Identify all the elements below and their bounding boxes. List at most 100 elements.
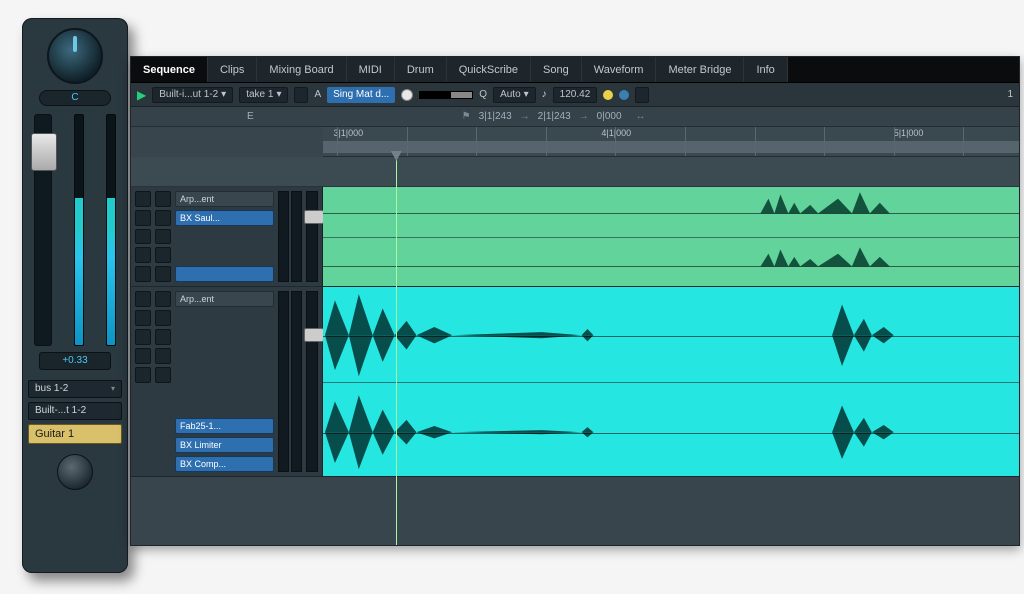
mute-button[interactable]	[135, 191, 151, 207]
output-device-selector[interactable]: Built-...t 1-2	[28, 402, 122, 420]
track-btn[interactable]	[155, 329, 171, 345]
track-btn[interactable]	[155, 367, 171, 383]
tab-info[interactable]: Info	[744, 57, 787, 82]
color-swatch[interactable]	[401, 89, 413, 101]
tab-sequence[interactable]: Sequence	[131, 57, 208, 82]
track-btn[interactable]	[155, 291, 171, 307]
insert-slot[interactable]: Arp...ent	[175, 291, 274, 307]
tab-clips[interactable]: Clips	[208, 57, 257, 82]
track-lane[interactable]	[323, 287, 1019, 476]
channel-strip: C +0.33 bus 1-2 ▾ Built-...t 1-2 Guitar …	[22, 18, 128, 573]
track-btn[interactable]	[155, 348, 171, 364]
record-button[interactable]	[135, 229, 151, 245]
take-selector-label: take 1	[246, 89, 273, 100]
time-start[interactable]: 3|1|243	[479, 111, 512, 122]
play-icon[interactable]: ▶	[137, 88, 146, 102]
level-meter-right	[106, 114, 116, 346]
solo-button[interactable]	[135, 310, 151, 326]
tempo-field[interactable]: 120.42	[553, 87, 598, 103]
pan-value[interactable]: C	[39, 90, 111, 106]
track-btn[interactable]	[155, 310, 171, 326]
tool-button-2[interactable]	[635, 87, 649, 103]
pan-knob[interactable]	[47, 28, 103, 84]
level-readout: 1	[1007, 89, 1013, 100]
insert-slot[interactable]: Fab25-1...	[175, 418, 274, 434]
input-button[interactable]	[135, 247, 151, 263]
auto-label: Auto	[500, 89, 521, 100]
mini-meters	[278, 191, 302, 282]
track-name-field[interactable]: Guitar 1	[28, 424, 122, 444]
tracks-area: Arp...ent BX Saul...	[131, 157, 1019, 545]
chevron-down-icon: ▾	[276, 89, 281, 100]
tab-drum[interactable]: Drum	[395, 57, 447, 82]
chevron-down-icon: ▾	[111, 381, 115, 397]
input-button[interactable]	[135, 348, 151, 364]
footer-knob[interactable]	[57, 454, 93, 490]
mute-button[interactable]	[135, 291, 151, 307]
mini-fader[interactable]	[306, 191, 318, 282]
insert-slot[interactable]: BX Comp...	[175, 456, 274, 472]
tab-song[interactable]: Song	[531, 57, 582, 82]
track-btn[interactable]	[155, 191, 171, 207]
marker-dot-yellow[interactable]	[603, 90, 613, 100]
track-btn[interactable]	[155, 229, 171, 245]
output-selector[interactable]: Built-i...ut 1-2▾	[152, 87, 233, 103]
tab-meter-bridge[interactable]: Meter Bridge	[656, 57, 744, 82]
track-button-column	[135, 291, 151, 472]
solo-button[interactable]	[135, 210, 151, 226]
track-btn[interactable]	[155, 247, 171, 263]
audio-clip[interactable]	[323, 287, 1019, 476]
output-bus-selector[interactable]: bus 1-2 ▾	[28, 380, 122, 398]
tab-waveform[interactable]: Waveform	[582, 57, 657, 82]
insert-slot[interactable]: BX Limiter	[175, 437, 274, 453]
timeline-ruler[interactable]: 3|1|000 4|1|000 5|1|000	[323, 127, 1019, 157]
track-button-column	[135, 191, 151, 282]
track-header[interactable]: Arp...ent BX Saul...	[131, 187, 323, 286]
time-end[interactable]: 2|1|243	[538, 111, 571, 122]
mini-fader[interactable]	[306, 291, 318, 472]
track-row: Arp...ent BX Saul...	[131, 187, 1019, 287]
q-label: Q	[479, 89, 487, 100]
marker-dot-blue[interactable]	[619, 90, 629, 100]
insert-slot[interactable]	[175, 266, 274, 282]
automation-button[interactable]	[135, 266, 151, 282]
track-row: Arp...ent Fab25-1... BX Limiter BX Comp.…	[131, 287, 1019, 477]
fader-cap[interactable]	[31, 133, 57, 171]
insert-slot[interactable]: Arp...ent	[175, 191, 274, 207]
track-btn[interactable]	[155, 210, 171, 226]
sequence-window: Sequence Clips Mixing Board MIDI Drum Qu…	[130, 56, 1020, 546]
route-label: Built-...t 1-2	[35, 403, 86, 419]
selection-name[interactable]: Sing Mat d...	[327, 87, 395, 103]
route-label: bus 1-2	[35, 381, 68, 397]
auto-selector[interactable]: Auto▾	[493, 87, 536, 103]
insert-slot[interactable]: BX Saul...	[175, 210, 274, 226]
sequence-toolbar: ▶ Built-i...ut 1-2▾ take 1▾ A Sing Mat d…	[131, 83, 1019, 107]
track-button-column-2	[155, 291, 171, 472]
view-tabbar: Sequence Clips Mixing Board MIDI Drum Qu…	[131, 57, 1019, 83]
a-label: A	[314, 89, 321, 100]
track-lane[interactable]	[323, 187, 1019, 286]
routing-section: bus 1-2 ▾ Built-...t 1-2 Guitar 1	[28, 380, 122, 444]
level-meter-left	[74, 114, 84, 346]
track-header[interactable]: Arp...ent Fab25-1... BX Limiter BX Comp.…	[131, 287, 323, 476]
tab-midi[interactable]: MIDI	[347, 57, 395, 82]
stretch-icon[interactable]: ↔︎	[636, 111, 646, 122]
track-btn[interactable]	[155, 266, 171, 282]
chevron-down-icon: ▾	[524, 89, 529, 100]
db-readout[interactable]: +0.33	[39, 352, 111, 370]
track-button-column-2	[155, 191, 171, 282]
arrow-icon: →	[520, 111, 530, 122]
tab-quickscribe[interactable]: QuickScribe	[447, 57, 531, 82]
take-selector[interactable]: take 1▾	[239, 87, 288, 103]
ruler-selection[interactable]	[323, 141, 1019, 153]
tab-mixing-board[interactable]: Mixing Board	[257, 57, 346, 82]
volume-fader[interactable]	[34, 114, 52, 346]
playhead[interactable]	[396, 157, 397, 545]
tool-button[interactable]	[294, 87, 308, 103]
record-button[interactable]	[135, 329, 151, 345]
zoom-slider[interactable]	[419, 91, 473, 99]
automation-button[interactable]	[135, 367, 151, 383]
time-length[interactable]: 0|000	[597, 111, 622, 122]
flag-icon: ⚑	[462, 111, 471, 122]
audio-clip[interactable]	[323, 187, 1019, 286]
